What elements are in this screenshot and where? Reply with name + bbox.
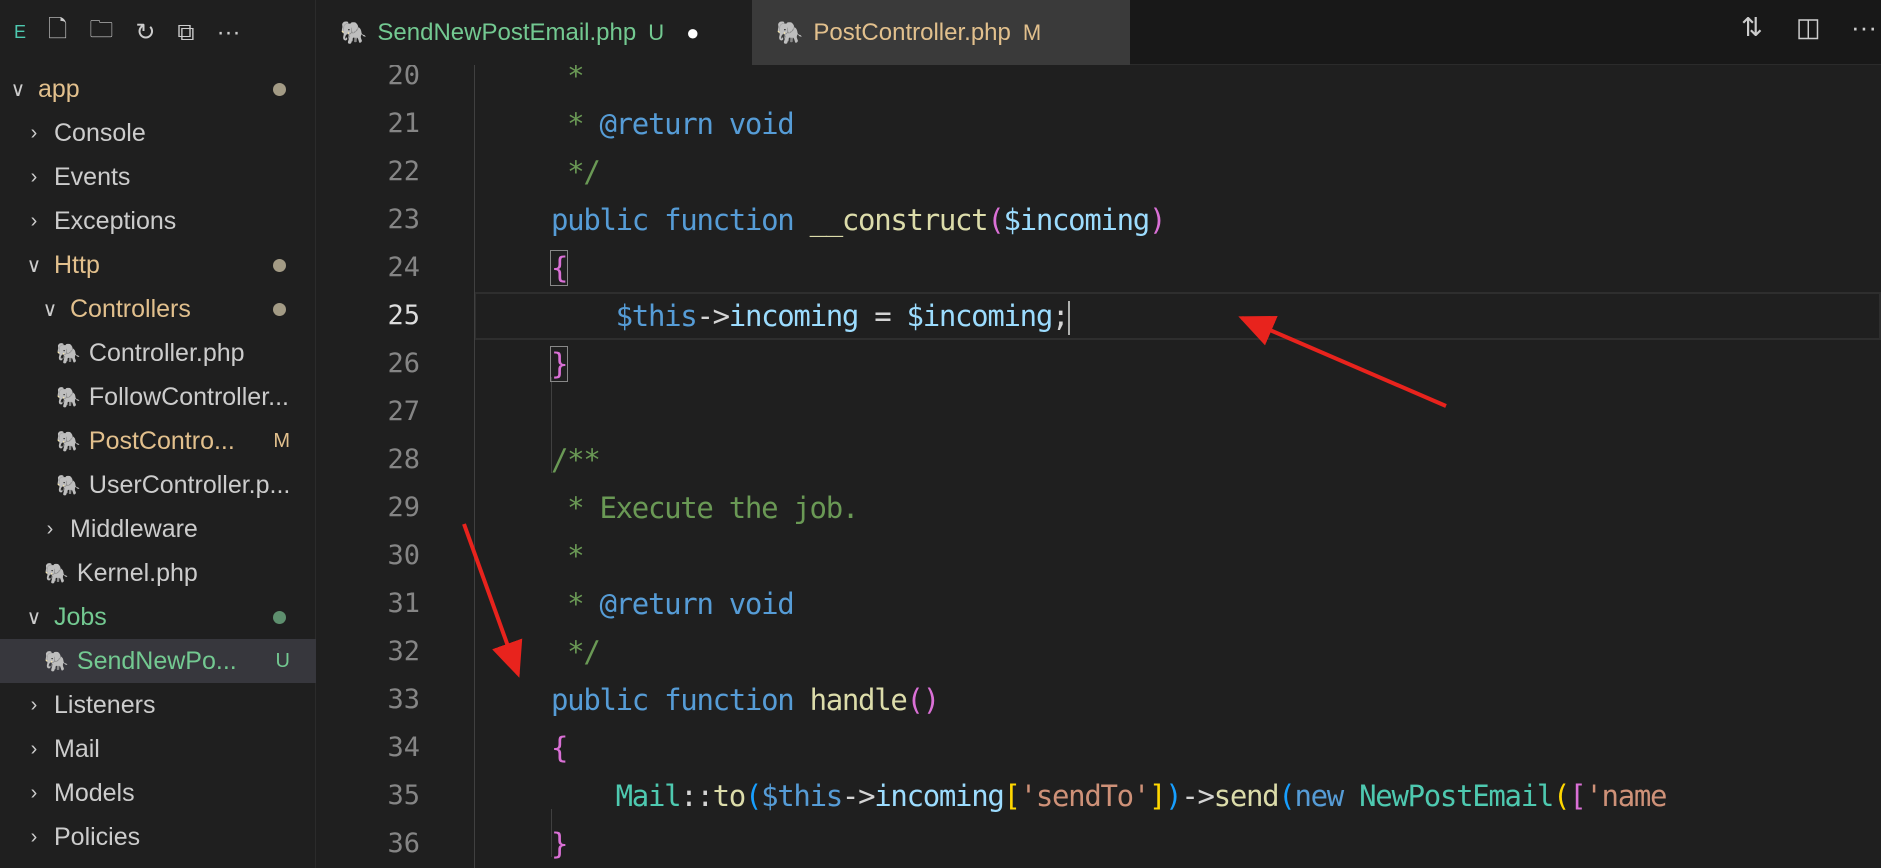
annotation-arrows (462, 315, 1447, 678)
red-arrow (462, 523, 523, 678)
red-arrow (1238, 315, 1447, 408)
